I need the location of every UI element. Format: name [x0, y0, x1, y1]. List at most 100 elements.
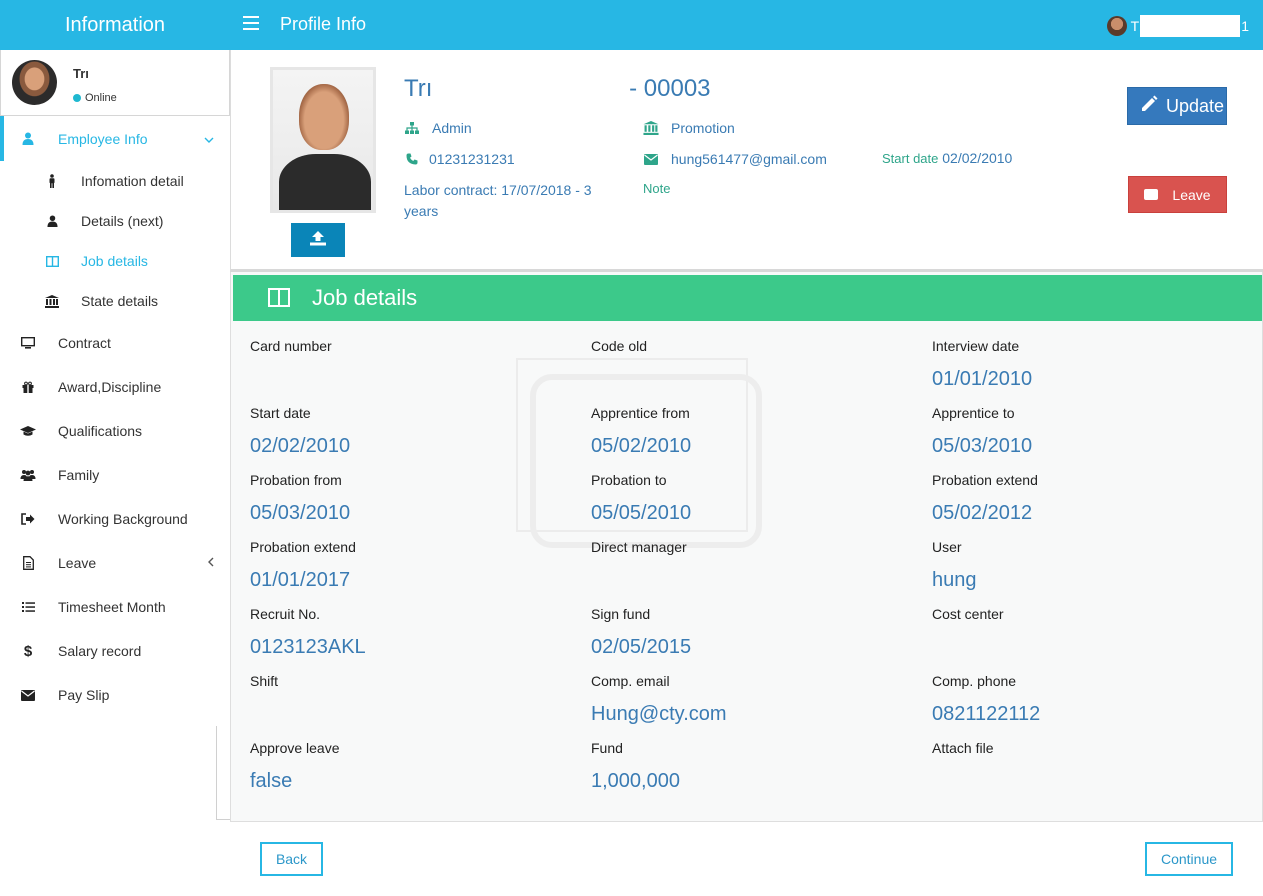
- phone-number: 01231231231: [429, 151, 515, 167]
- sidebar-subitem-label: State details: [81, 293, 159, 309]
- email-address: hung561477@gmail.com: [671, 151, 827, 167]
- field-label: User: [932, 539, 962, 555]
- sidebar-item-label: Timesheet Month: [58, 599, 166, 615]
- field-label: Cost center: [932, 606, 1004, 622]
- phone-info: 01231231231: [404, 151, 515, 167]
- field-label: Probation extend: [250, 539, 356, 555]
- field-value: [591, 368, 911, 392]
- columns-icon: [44, 253, 60, 269]
- field-label: Start date: [250, 405, 311, 421]
- field-value: 05/05/2010: [591, 502, 692, 524]
- job-details-title: Job details: [312, 285, 418, 310]
- top-user-initial: T: [1130, 18, 1140, 34]
- field-label: Probation from: [250, 472, 342, 488]
- field-label: Apprentice from: [591, 405, 690, 421]
- sidebar-item-leave[interactable]: Leave: [0, 541, 230, 585]
- graduation-cap-icon: [20, 423, 36, 439]
- sidebar-menu: Employee Info Infomation detail Details …: [0, 116, 230, 717]
- field-value: 05/02/2012: [932, 502, 1033, 524]
- redacted-name: [432, 76, 623, 103]
- field-fund: Fund 1,000,000: [591, 740, 911, 794]
- start-date-value: 02/02/2010: [942, 150, 1013, 166]
- sidebar-item-label: Award,Discipline: [58, 379, 162, 395]
- update-label: Update: [1166, 95, 1225, 116]
- page-title: Profile Info: [280, 14, 367, 34]
- field-label: Comp. email: [591, 673, 670, 689]
- field-label: Comp. phone: [932, 673, 1017, 689]
- field-sign-fund: Sign fund 02/05/2015: [591, 606, 911, 660]
- note-link[interactable]: Note: [643, 181, 670, 196]
- user-name: Trı: [73, 66, 89, 81]
- field-card-number: Card number: [250, 338, 570, 392]
- sidebar-item-working-background[interactable]: Working Background: [0, 497, 230, 541]
- department-label: Admin: [432, 120, 472, 136]
- field-value: 1,000,000: [591, 770, 680, 792]
- field-label: Probation extend: [932, 472, 1038, 488]
- avatar: [1106, 16, 1127, 36]
- field-value: 05/03/2010: [250, 502, 351, 524]
- field-value: [591, 569, 911, 593]
- upload-photo-button[interactable]: [291, 223, 345, 257]
- hamburger-icon[interactable]: [243, 16, 259, 32]
- field-value: [932, 770, 1252, 794]
- employee-name-title: Trı - 00003: [404, 75, 711, 103]
- sidebar-subitem-details-next[interactable]: Details (next): [0, 201, 230, 241]
- leave-button[interactable]: Leave: [1128, 176, 1227, 213]
- back-button[interactable]: Back: [260, 842, 323, 876]
- field-probation-extend-2: Probation extend 01/01/2017: [250, 539, 570, 593]
- field-value: hung: [932, 569, 977, 591]
- app-brand[interactable]: Information: [0, 0, 230, 50]
- sidebar-item-award-discipline[interactable]: Award,Discipline: [0, 365, 230, 409]
- field-probation-to: Probation to 05/05/2010: [591, 472, 911, 526]
- labor-contract: Labor contract: 17/07/2018 - 3 years: [404, 182, 592, 219]
- start-date-info: Start date 02/02/2010: [882, 150, 1012, 166]
- sign-out-icon: [20, 511, 36, 527]
- top-user-menu[interactable]: T 1: [1106, 15, 1249, 37]
- promotion-info[interactable]: Promotion: [643, 120, 735, 136]
- sitemap-icon: [404, 120, 420, 136]
- user-panel: Trı Online: [0, 50, 230, 116]
- sidebar-item-timesheet-month[interactable]: Timesheet Month: [0, 585, 230, 629]
- sidebar-item-contract[interactable]: Contract: [0, 321, 230, 365]
- sidebar-item-salary-record[interactable]: $ Salary record: [0, 629, 230, 673]
- main-content: Trı - 00003 Admin Promotion 01231231231: [230, 50, 1263, 896]
- field-value: false: [250, 770, 293, 792]
- bank-icon: [44, 293, 60, 309]
- top-user-suffix: 1: [1241, 18, 1249, 34]
- sidebar-item-family[interactable]: Family: [0, 453, 230, 497]
- update-button[interactable]: Update: [1127, 87, 1227, 125]
- field-value: 0821122112: [932, 703, 1041, 725]
- profile-card: Trı - 00003 Admin Promotion 01231231231: [230, 50, 1263, 272]
- field-label: Apprentice to: [932, 405, 1015, 421]
- sidebar-subitem-state-details[interactable]: State details: [0, 281, 230, 321]
- sidebar-item-qualifications[interactable]: Qualifications: [0, 409, 230, 453]
- chevron-left-icon: [208, 556, 214, 570]
- field-value: 05/02/2010: [591, 435, 692, 457]
- start-date-label: Start date: [882, 151, 939, 166]
- field-user: User hung: [932, 539, 1252, 593]
- field-label: Approve leave: [250, 740, 340, 756]
- field-attach-file: Attach file: [932, 740, 1252, 794]
- field-apprentice-to: Apprentice to 05/03/2010: [932, 405, 1252, 459]
- sidebar-item-label: Contract: [58, 335, 111, 351]
- sidebar-subitem-job-details[interactable]: Job details: [0, 241, 230, 281]
- job-details-header: Job details: [233, 275, 1262, 321]
- field-value: [250, 368, 570, 392]
- sidebar-item-label: Working Background: [58, 511, 188, 527]
- field-label: Recruit No.: [250, 606, 321, 622]
- sidebar-item-employee-info[interactable]: Employee Info: [0, 116, 230, 161]
- field-comp-phone: Comp. phone 0821122112: [932, 673, 1252, 727]
- continue-button[interactable]: Continue: [1145, 842, 1233, 876]
- sidebar-subitem-information-detail[interactable]: Infomation detail: [0, 161, 230, 201]
- field-label: Card number: [250, 338, 332, 354]
- field-label: Code old: [591, 338, 648, 354]
- avatar: [12, 60, 57, 105]
- sidebar: Trı Online Employee Info Infomation deta…: [0, 50, 230, 896]
- promotion-label: Promotion: [671, 120, 735, 136]
- users-icon: [20, 467, 36, 483]
- sidebar-subitem-label: Infomation detail: [81, 173, 184, 189]
- user-icon: [44, 213, 60, 229]
- field-approve-leave: Approve leave false: [250, 740, 570, 794]
- sidebar-item-pay-slip[interactable]: Pay Slip: [0, 673, 230, 717]
- field-value: 0123123AKL: [250, 636, 366, 658]
